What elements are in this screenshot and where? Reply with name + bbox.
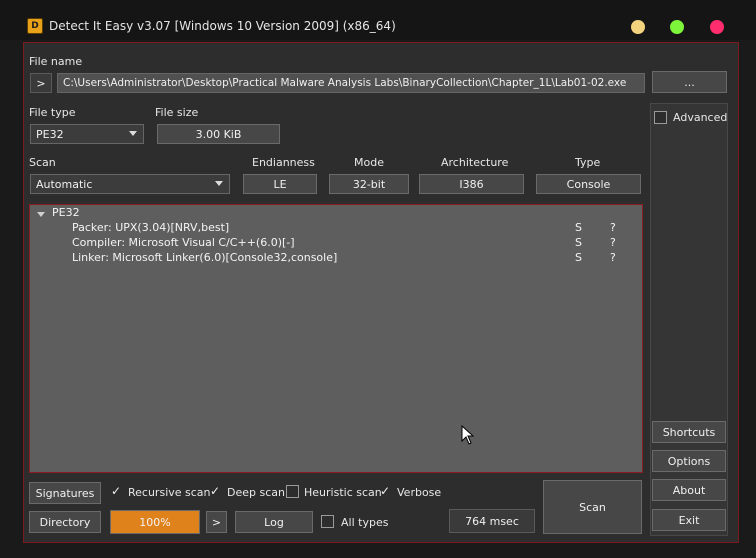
heuristic-scan-label: Heuristic scan bbox=[304, 486, 382, 499]
progress-bar: 100% bbox=[110, 510, 200, 534]
results-tree[interactable]: PE32 Packer: UPX(3.04)[NRV,best] S ? Com… bbox=[29, 204, 643, 473]
scan-time-display: 764 msec bbox=[449, 509, 535, 533]
type-value: Console bbox=[536, 174, 641, 194]
verbose-label: Verbose bbox=[397, 486, 442, 499]
result-signature-flag[interactable]: S bbox=[575, 251, 582, 264]
file-type-value: PE32 bbox=[36, 127, 64, 141]
file-type-label: File type bbox=[29, 106, 76, 119]
result-info-button[interactable]: ? bbox=[610, 251, 616, 264]
directory-button[interactable]: Directory bbox=[29, 511, 101, 533]
result-info-button[interactable]: ? bbox=[610, 236, 616, 249]
signatures-button[interactable]: Signatures bbox=[29, 482, 101, 504]
scan-button[interactable]: Scan bbox=[543, 480, 642, 534]
result-root: PE32 bbox=[52, 206, 80, 219]
file-path-field[interactable]: C:\Users\Administrator\Desktop\Practical… bbox=[57, 73, 645, 93]
verbose-checkbox[interactable]: ✓ bbox=[380, 484, 390, 498]
progress-text: 100% bbox=[139, 515, 171, 529]
window-title: Detect It Easy v3.07 [Windows 10 Version… bbox=[49, 19, 396, 33]
mode-value: 32-bit bbox=[329, 174, 409, 194]
all-types-checkbox[interactable] bbox=[321, 515, 334, 528]
architecture-label: Architecture bbox=[441, 156, 509, 169]
browse-button[interactable]: ... bbox=[652, 71, 727, 93]
result-item[interactable]: Compiler: Microsoft Visual C/C++(6.0)[-] bbox=[72, 236, 295, 249]
file-size-label: File size bbox=[155, 106, 199, 119]
advanced-checkbox[interactable] bbox=[654, 111, 667, 124]
recursive-scan-label: Recursive scan bbox=[128, 486, 211, 499]
result-signature-flag[interactable]: S bbox=[575, 221, 582, 234]
log-button[interactable]: Log bbox=[235, 511, 313, 533]
scan-mode-value: Automatic bbox=[36, 177, 93, 191]
maximize-button[interactable] bbox=[670, 20, 684, 34]
result-item[interactable]: Linker: Microsoft Linker(6.0)[Console32,… bbox=[72, 251, 337, 264]
architecture-value: I386 bbox=[419, 174, 524, 194]
file-size-value: 3.00 KiB bbox=[157, 124, 280, 144]
die-logo-icon: D bbox=[27, 18, 43, 34]
deep-scan-checkbox[interactable]: ✓ bbox=[210, 484, 220, 498]
recursive-scan-checkbox[interactable]: ✓ bbox=[111, 484, 121, 498]
main-window: File name > C:\Users\Administrator\Deskt… bbox=[23, 42, 739, 543]
scan-mode-select[interactable]: Automatic bbox=[30, 174, 230, 194]
about-button[interactable]: About bbox=[652, 479, 726, 501]
advanced-label: Advanced bbox=[673, 111, 728, 124]
type-label: Type bbox=[575, 156, 601, 169]
scan-label: Scan bbox=[29, 156, 56, 169]
mouse-cursor-icon bbox=[461, 425, 475, 445]
file-type-select[interactable]: PE32 bbox=[30, 124, 144, 144]
heuristic-scan-checkbox[interactable] bbox=[286, 485, 299, 498]
exit-button[interactable]: Exit bbox=[652, 509, 726, 531]
shortcuts-button[interactable]: Shortcuts bbox=[652, 421, 726, 443]
options-button[interactable]: Options bbox=[652, 450, 726, 472]
result-signature-flag[interactable]: S bbox=[575, 236, 582, 249]
close-button[interactable] bbox=[710, 20, 724, 34]
next-button[interactable]: > bbox=[206, 511, 227, 533]
mode-label: Mode bbox=[354, 156, 384, 169]
result-item[interactable]: Packer: UPX(3.04)[NRV,best] bbox=[72, 221, 229, 234]
expand-path-button[interactable]: > bbox=[30, 73, 52, 93]
tree-expand-icon[interactable] bbox=[37, 212, 45, 217]
endianness-value: LE bbox=[243, 174, 317, 194]
file-name-label: File name bbox=[29, 55, 83, 68]
all-types-label: All types bbox=[341, 516, 389, 529]
result-info-button[interactable]: ? bbox=[610, 221, 616, 234]
minimize-button[interactable] bbox=[631, 20, 645, 34]
endianness-label: Endianness bbox=[252, 156, 315, 169]
deep-scan-label: Deep scan bbox=[227, 486, 285, 499]
chevron-down-icon bbox=[129, 131, 137, 136]
chevron-down-icon bbox=[215, 181, 223, 186]
title-bar: D Detect It Easy v3.07 [Windows 10 Versi… bbox=[0, 0, 756, 40]
